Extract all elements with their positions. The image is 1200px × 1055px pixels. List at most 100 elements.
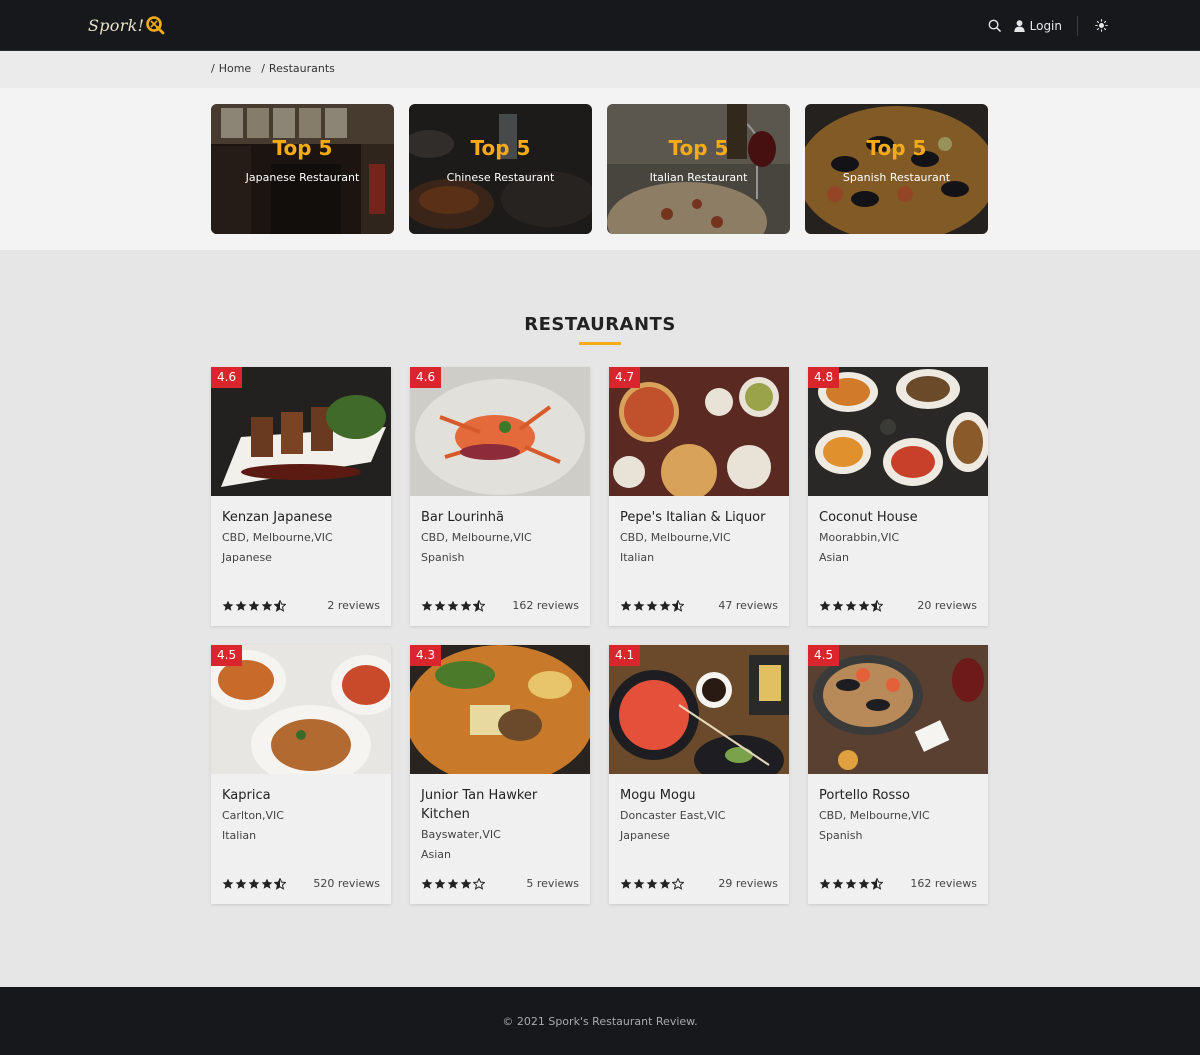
star-full-icon bbox=[447, 878, 459, 889]
restaurant-location: Doncaster East,VIC bbox=[620, 809, 726, 822]
restaurant-cuisine: Japanese bbox=[222, 551, 272, 564]
restaurant-card[interactable]: 4.6 Bar Lourinhã CBD, Melbourne,VIC Span… bbox=[410, 367, 590, 626]
star-full-icon bbox=[261, 878, 273, 889]
star-empty-icon bbox=[473, 878, 485, 890]
review-count[interactable]: 162 reviews bbox=[910, 877, 977, 890]
top5-subtitle: Italian Restaurant bbox=[649, 171, 748, 184]
search-icon[interactable] bbox=[984, 15, 1006, 37]
star-full-icon bbox=[659, 600, 671, 611]
user-icon bbox=[1013, 19, 1025, 32]
restaurant-photo: 4.6 bbox=[410, 367, 590, 496]
star-full-icon bbox=[845, 600, 857, 611]
star-full-icon bbox=[832, 600, 844, 611]
restaurant-card[interactable]: 4.8 Coconut House Moorabbin,VIC Asian 20… bbox=[808, 367, 988, 626]
restaurant-photo: 4.3 bbox=[410, 645, 590, 774]
star-full-icon bbox=[633, 600, 645, 611]
top5-subtitle: Chinese Restaurant bbox=[446, 171, 555, 184]
restaurant-name[interactable]: Bar Lourinhã bbox=[421, 508, 581, 527]
top5-title: Top 5 bbox=[866, 136, 927, 160]
restaurant-photo: 4.5 bbox=[808, 645, 988, 774]
star-half-icon bbox=[672, 600, 684, 612]
breadcrumb-restaurants: / Restaurants bbox=[261, 62, 335, 75]
restaurant-name[interactable]: Kaprica bbox=[222, 786, 382, 805]
login-link[interactable]: Login bbox=[1013, 15, 1078, 36]
star-rating bbox=[819, 600, 883, 612]
rating-badge: 4.7 bbox=[609, 367, 641, 388]
restaurant-card[interactable]: 4.5 Portello Rosso CBD, Melbourne,VIC Sp… bbox=[808, 645, 988, 904]
restaurant-location: Bayswater,VIC bbox=[421, 828, 501, 841]
star-half-icon bbox=[473, 600, 485, 612]
top5-subtitle: Spanish Restaurant bbox=[842, 171, 951, 184]
breadcrumb-home[interactable]: / Home bbox=[211, 62, 251, 75]
restaurant-location: Moorabbin,VIC bbox=[819, 531, 900, 544]
top5-italian-card[interactable]: Top 5 Italian Restaurant bbox=[607, 104, 790, 234]
review-count[interactable]: 520 reviews bbox=[313, 877, 380, 890]
star-full-icon bbox=[222, 878, 234, 889]
section-title: RESTAURANTS bbox=[524, 314, 676, 335]
review-count[interactable]: 5 reviews bbox=[526, 877, 579, 890]
restaurant-name[interactable]: Junior Tan Hawker Kitchen bbox=[421, 786, 581, 824]
star-half-icon bbox=[274, 600, 286, 612]
star-half-icon bbox=[871, 600, 883, 612]
star-rating bbox=[620, 878, 684, 890]
review-count[interactable]: 162 reviews bbox=[512, 599, 579, 612]
star-full-icon bbox=[620, 878, 632, 889]
restaurant-location: Carlton,VIC bbox=[222, 809, 284, 822]
star-full-icon bbox=[248, 600, 260, 611]
rating-badge: 4.6 bbox=[410, 367, 442, 388]
top5-chinese-card[interactable]: Top 5 Chinese Restaurant bbox=[409, 104, 592, 234]
restaurant-name[interactable]: Kenzan Japanese bbox=[222, 508, 382, 527]
restaurant-location: CBD, Melbourne,VIC bbox=[819, 809, 930, 822]
section-title-underline bbox=[579, 342, 621, 345]
restaurant-name[interactable]: Portello Rosso bbox=[819, 786, 979, 805]
rating-badge: 4.5 bbox=[211, 645, 243, 666]
restaurant-card[interactable]: 4.5 Kaprica Carlton,VIC Italian 520 revi… bbox=[211, 645, 391, 904]
rating-badge: 4.8 bbox=[808, 367, 840, 388]
breadcrumb-home-link[interactable]: Home bbox=[219, 62, 251, 75]
site-footer: © 2021 Spork's Restaurant Review. bbox=[0, 987, 1200, 1055]
review-count[interactable]: 20 reviews bbox=[917, 599, 977, 612]
restaurant-name[interactable]: Coconut House bbox=[819, 508, 979, 527]
top5-subtitle: Japanese Restaurant bbox=[245, 171, 360, 184]
restaurant-card[interactable]: 4.3 Junior Tan Hawker Kitchen Bayswater,… bbox=[410, 645, 590, 904]
logo-text: Spork! bbox=[88, 15, 145, 35]
sun-icon[interactable] bbox=[1090, 15, 1112, 37]
top5-overlay bbox=[409, 104, 592, 234]
restaurant-cuisine: Italian bbox=[620, 551, 655, 564]
review-count[interactable]: 47 reviews bbox=[718, 599, 778, 612]
star-rating bbox=[222, 600, 286, 612]
star-full-icon bbox=[832, 878, 844, 889]
star-full-icon bbox=[646, 878, 658, 889]
rating-badge: 4.6 bbox=[211, 367, 243, 388]
star-full-icon bbox=[633, 878, 645, 889]
rating-badge: 4.3 bbox=[410, 645, 442, 666]
star-empty-icon bbox=[672, 878, 684, 890]
top5-title: Top 5 bbox=[272, 136, 333, 160]
star-full-icon bbox=[659, 878, 671, 889]
restaurant-card[interactable]: 4.7 Pepe's Italian & Liquor CBD, Melbour… bbox=[609, 367, 789, 626]
star-full-icon bbox=[434, 600, 446, 611]
footer-copyright: © 2021 Spork's Restaurant Review. bbox=[502, 1015, 698, 1028]
top-navbar: Spork! Login bbox=[0, 0, 1200, 51]
review-count[interactable]: 2 reviews bbox=[327, 599, 380, 612]
site-logo[interactable]: Spork! bbox=[88, 13, 165, 37]
star-full-icon bbox=[434, 878, 446, 889]
restaurant-cuisine: Asian bbox=[819, 551, 850, 564]
star-full-icon bbox=[858, 878, 870, 889]
top5-title: Top 5 bbox=[668, 136, 729, 160]
restaurant-card[interactable]: 4.6 Kenzan Japanese CBD, Melbourne,VIC J… bbox=[211, 367, 391, 626]
star-full-icon bbox=[235, 878, 247, 889]
restaurant-cuisine: Spanish bbox=[819, 829, 863, 842]
restaurant-name[interactable]: Mogu Mogu bbox=[620, 786, 780, 805]
top5-title: Top 5 bbox=[470, 136, 531, 160]
restaurant-cuisine: Asian bbox=[421, 848, 452, 861]
review-count[interactable]: 29 reviews bbox=[718, 877, 778, 890]
top5-spanish-card[interactable]: Top 5 Spanish Restaurant bbox=[805, 104, 988, 234]
restaurant-name[interactable]: Pepe's Italian & Liquor bbox=[620, 508, 780, 527]
breadcrumb: / Home / Restaurants bbox=[211, 62, 335, 75]
star-rating bbox=[421, 600, 485, 612]
top5-overlay bbox=[805, 104, 988, 234]
restaurant-photo: 4.6 bbox=[211, 367, 391, 496]
top5-japanese-card[interactable]: Top 5 Japanese Restaurant bbox=[211, 104, 394, 234]
restaurant-card[interactable]: 4.1 Mogu Mogu Doncaster East,VIC Japanes… bbox=[609, 645, 789, 904]
